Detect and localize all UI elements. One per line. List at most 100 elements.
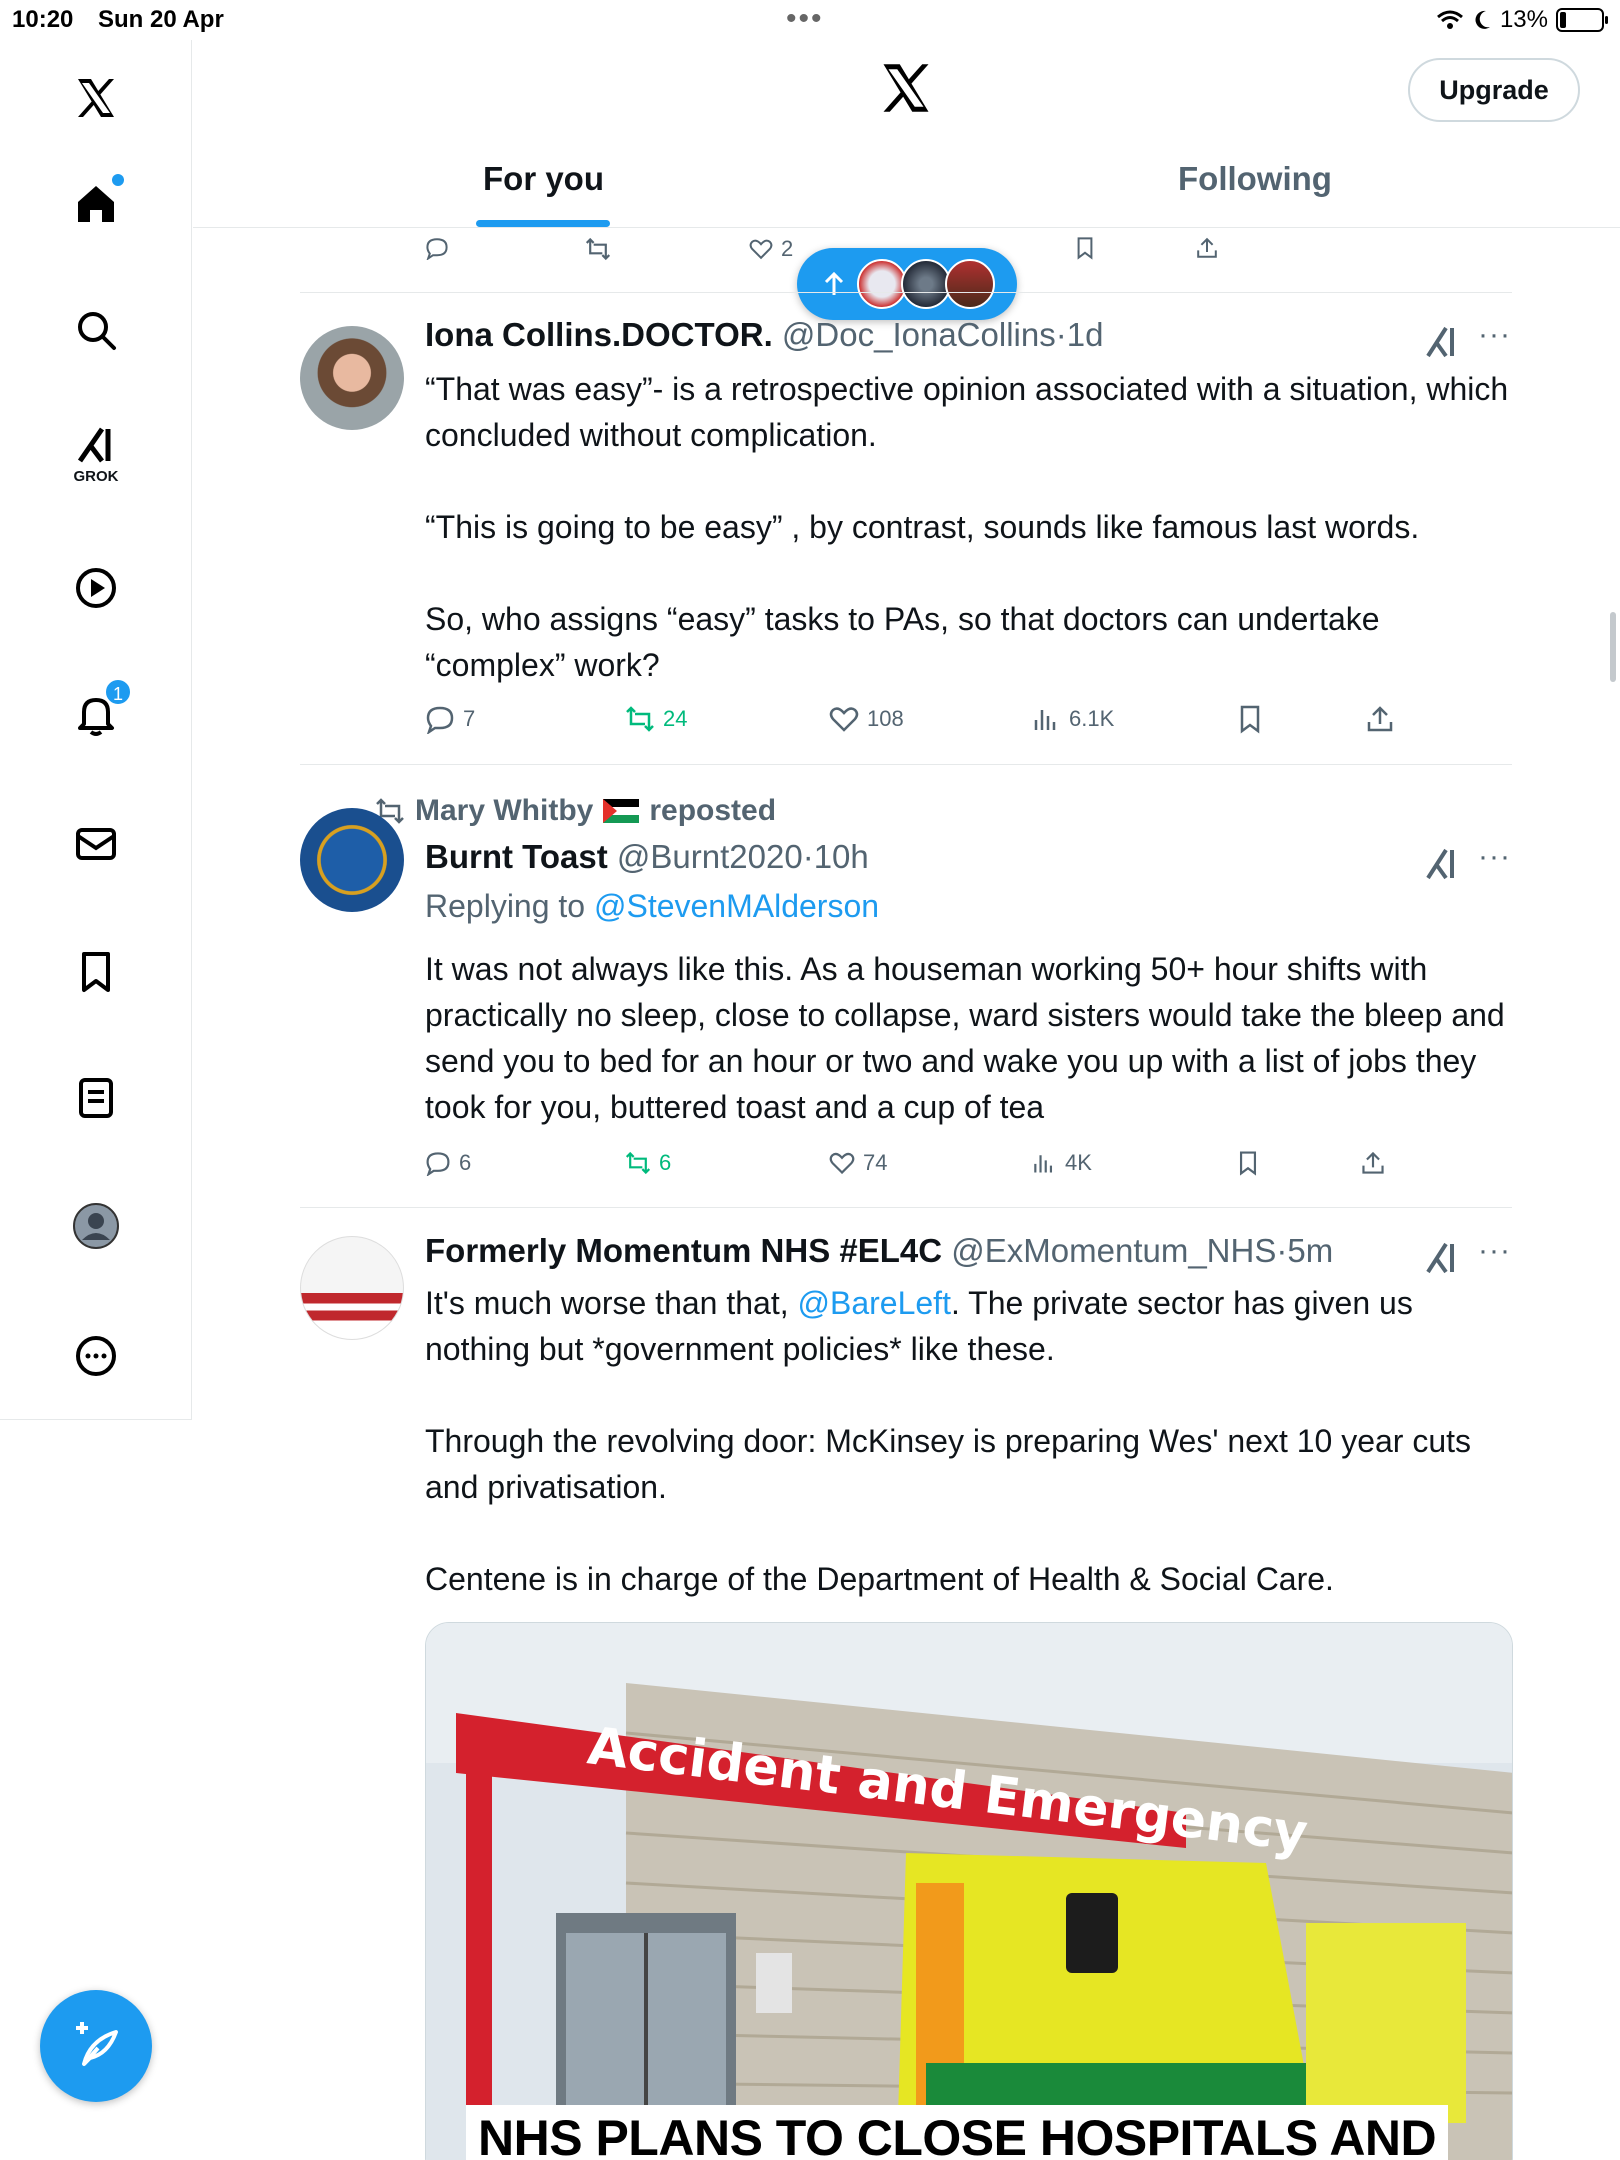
post-paragraph: “This is going to be easy” , by contrast… (425, 509, 1420, 545)
new-posts-pill[interactable] (797, 248, 1017, 320)
tab-following[interactable]: Following (1178, 160, 1332, 198)
multitask-dots-icon[interactable]: ••• (786, 2, 824, 36)
views-icon (1034, 1155, 1053, 1173)
share-button[interactable] (1365, 704, 1395, 734)
grok-icon[interactable]: GROK (64, 420, 128, 485)
like-button[interactable]: 2 (749, 236, 793, 262)
post-time[interactable]: 1d (1067, 316, 1104, 353)
avatar[interactable] (300, 808, 404, 912)
author-handle[interactable]: @ExMomentum_NHS (951, 1232, 1276, 1269)
status-time: 10:20 (12, 6, 74, 33)
post-time[interactable]: 10h (814, 838, 869, 875)
share-button[interactable] (1360, 1150, 1386, 1176)
post-time-separator: · (1276, 1232, 1288, 1269)
more-options-icon[interactable]: ··· (1478, 318, 1511, 352)
post-image[interactable]: Accident and Emergency NHS PLANS TO CLOS… (425, 1622, 1513, 2160)
post-header: Formerly Momentum NHS #EL4C @ExMomentum_… (425, 1232, 1333, 1270)
repost-button[interactable]: 24 (625, 704, 687, 734)
more-icon[interactable] (64, 1324, 128, 1388)
author-name[interactable]: Formerly Momentum NHS #EL4C (425, 1232, 942, 1269)
avatar (901, 259, 951, 309)
bookmark-icon (1240, 705, 1260, 734)
grok-icon[interactable] (1422, 322, 1462, 362)
like-button[interactable]: 74 (829, 1150, 887, 1176)
compose-button[interactable] (40, 1990, 152, 2102)
repost-button[interactable]: 6 (625, 1150, 671, 1176)
like-count: 74 (863, 1150, 888, 1175)
reply-count: 6 (459, 1150, 472, 1175)
home-unread-dot (112, 174, 124, 186)
author-name[interactable]: Iona Collins.DOCTOR. (425, 316, 773, 353)
post-time[interactable]: 5m (1287, 1232, 1333, 1269)
more-options-icon[interactable]: ··· (1478, 1234, 1511, 1268)
bell-icon[interactable]: 1 (64, 678, 132, 746)
reply-count: 7 (463, 706, 476, 731)
status-bar: 10:20 Sun 20 Apr ••• 13% (0, 0, 1620, 40)
bookmark-icon (1239, 1151, 1257, 1176)
reply-button[interactable]: 6 (425, 1150, 471, 1176)
post-text: It was not always like this. As a housem… (425, 946, 1525, 1130)
status-right: 13% (1436, 6, 1608, 34)
notifications-badge: 1 (104, 678, 132, 706)
divider (300, 764, 1512, 765)
like-button[interactable]: 108 (829, 704, 904, 734)
post-actions: 6 6 74 4K (425, 1150, 1525, 1190)
author-handle[interactable]: @Doc_IonaCollins (782, 316, 1056, 353)
profile-icon[interactable] (64, 1194, 128, 1258)
x-logo-icon[interactable] (876, 58, 936, 118)
post-paragraph: Through the revolving door: McKinsey is … (425, 1423, 1472, 1505)
x-logo-icon[interactable] (64, 66, 128, 130)
sidebar: GROK 1 (0, 40, 192, 1420)
grok-icon[interactable] (1422, 1238, 1462, 1278)
home-icon[interactable] (64, 172, 128, 236)
bookmark-button[interactable] (1235, 704, 1265, 734)
repost-count: 6 (659, 1150, 672, 1175)
replying-to: Replying to @StevenMAlderson (425, 888, 879, 925)
heart-icon (749, 239, 773, 260)
video-icon[interactable] (64, 556, 128, 620)
author-handle[interactable]: @Burnt2020 (617, 838, 803, 875)
view-count: 6.1K (1069, 706, 1115, 731)
view-count: 4K (1065, 1150, 1092, 1175)
post-text-part: It's much worse than that, (425, 1285, 798, 1321)
divider (300, 1207, 1512, 1208)
reposted-by-name[interactable]: Mary Whitby (415, 794, 593, 828)
bookmark-button[interactable] (1073, 236, 1097, 260)
reply-icon (426, 1152, 450, 1176)
mail-icon[interactable] (64, 812, 128, 876)
tab-for-you[interactable]: For you (483, 160, 604, 198)
avatar[interactable] (300, 1236, 404, 1340)
reposted-label: reposted (649, 794, 777, 827)
repost-icon (585, 237, 611, 261)
share-button[interactable] (1195, 236, 1219, 260)
scrollbar[interactable] (1610, 612, 1616, 682)
upgrade-button[interactable]: Upgrade (1408, 58, 1580, 122)
share-icon (1197, 237, 1217, 258)
views-button[interactable]: 6.1K (1031, 704, 1114, 734)
search-icon[interactable] (64, 298, 128, 362)
repost-button[interactable] (585, 236, 611, 262)
author-name[interactable]: Burnt Toast (425, 838, 608, 875)
wifi-icon (1436, 10, 1463, 29)
avatar[interactable] (300, 326, 404, 430)
reply-button[interactable]: 7 (425, 704, 475, 734)
post-text: “That was easy”- is a retrospective opin… (425, 366, 1525, 688)
heart-icon (829, 1152, 855, 1175)
more-options-icon[interactable]: ··· (1478, 840, 1511, 874)
lists-icon[interactable] (64, 1066, 128, 1130)
replying-to-prefix: Replying to (425, 888, 594, 924)
bookmark-icon[interactable] (64, 940, 128, 1004)
heart-icon (829, 707, 859, 732)
moon-icon (1475, 10, 1490, 29)
bookmark-button[interactable] (1235, 1150, 1261, 1176)
image-caption: NHS PLANS TO CLOSE HOSPITALS AND (466, 2105, 1449, 2160)
mention-link[interactable]: @BareLeft (798, 1285, 951, 1321)
replying-to-handle[interactable]: @StevenMAlderson (594, 888, 879, 924)
repost-indicator[interactable]: Mary Whitby reposted (375, 794, 776, 828)
views-button[interactable]: 4K (1031, 1150, 1092, 1176)
reply-button[interactable] (425, 236, 449, 260)
repost-icon (625, 1151, 651, 1175)
grok-icon[interactable] (1422, 844, 1462, 884)
palestine-flag-icon (603, 799, 640, 823)
post-paragraph: “That was easy”- is a retrospective opin… (425, 371, 1509, 453)
